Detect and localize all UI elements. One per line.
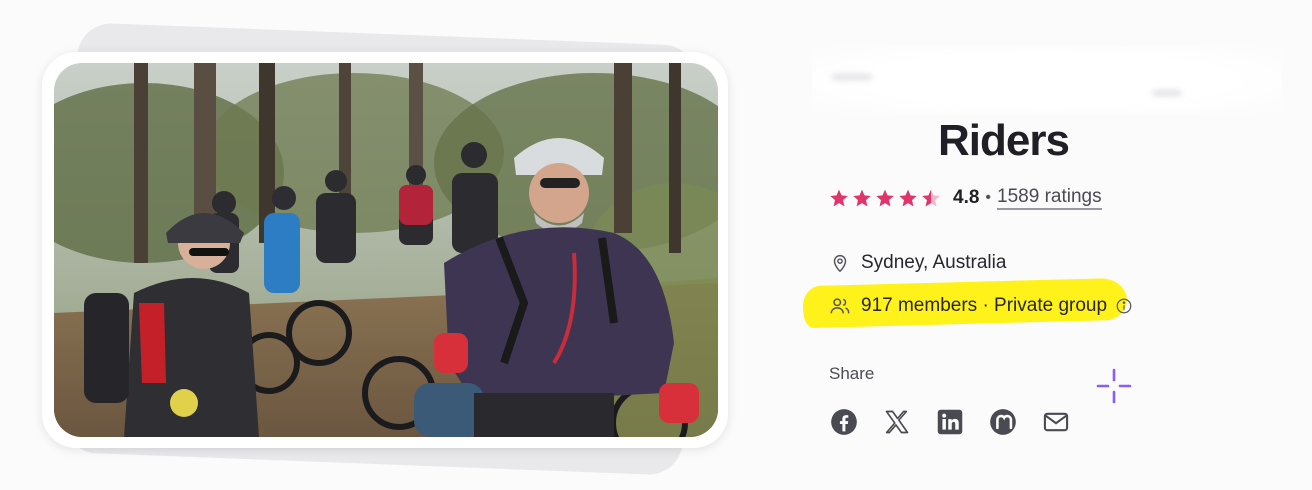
location-pin-icon [833, 255, 847, 273]
group-photo[interactable] [54, 63, 718, 437]
members-row: 917 members · Private group [829, 295, 1133, 317]
location-text: Sydney, Australia [861, 252, 1007, 273]
sparkle-icon [1096, 368, 1132, 404]
half-star-icon [922, 189, 940, 207]
rating-row: 4.8 • 1589 ratings [829, 186, 1102, 210]
nextdoor-icon[interactable] [989, 408, 1017, 436]
rating-separator: • [985, 189, 992, 206]
star-icon [830, 189, 848, 207]
rating-stars [829, 188, 941, 208]
rating-value: 4.8 [953, 187, 980, 208]
facebook-icon[interactable] [830, 408, 858, 436]
info-icon[interactable] [1115, 297, 1133, 315]
email-icon[interactable] [1042, 408, 1070, 436]
share-label: Share [829, 364, 875, 383]
share-icons [830, 408, 1070, 436]
star-icon [853, 189, 871, 207]
group-photo-card [42, 52, 728, 448]
location-row: Sydney, Australia [829, 252, 1006, 274]
members-icon [830, 298, 850, 314]
ratings-link[interactable]: 1589 ratings [997, 186, 1102, 210]
group-title: Riders [938, 116, 1070, 165]
redacted-group-name [812, 46, 1282, 114]
members-text: 917 members · Private group [861, 295, 1108, 316]
x-icon[interactable] [883, 408, 911, 436]
star-icon [899, 189, 917, 207]
star-icon [876, 189, 894, 207]
linkedin-icon[interactable] [936, 408, 964, 436]
